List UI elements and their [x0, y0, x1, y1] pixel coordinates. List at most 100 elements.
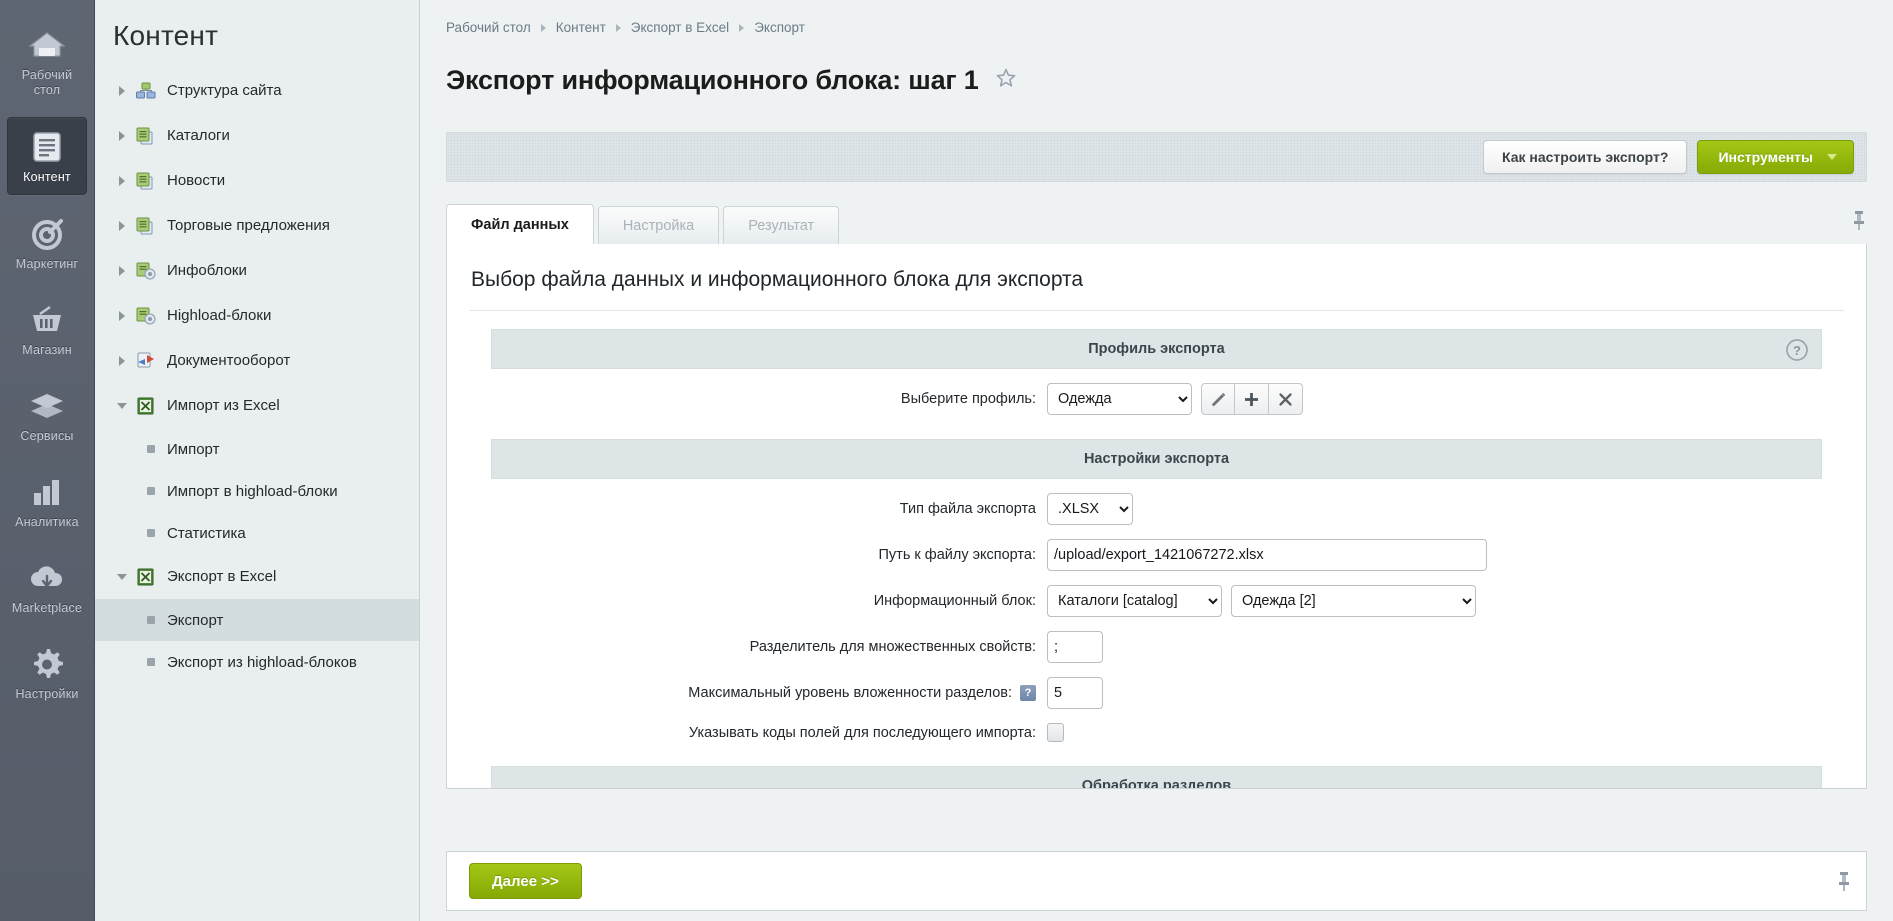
sidebar-label: Документооборот [167, 352, 290, 369]
sidebar-tree: Структура сайта Каталоги Новости [95, 68, 419, 683]
breadcrumb-item-desktop[interactable]: Рабочий стол [446, 20, 531, 35]
iblock-row: Информационный блок: Каталоги [catalog] … [491, 585, 1822, 617]
question-square-icon[interactable]: ? [1020, 685, 1036, 701]
sidebar-item-site-structure[interactable]: Структура сайта [95, 68, 419, 113]
chevron-right-icon[interactable] [113, 82, 131, 100]
sidebar-item-export-highload[interactable]: Экспорт из highload-блоков [95, 641, 419, 683]
bar-chart-icon [30, 472, 64, 512]
iblock-icon [136, 126, 158, 146]
multi-separator-row: Разделитель для множественных свойств: [491, 631, 1822, 663]
iblock-label: Информационный блок: [491, 593, 1047, 609]
iblock-type-select[interactable]: Каталоги [catalog] [1047, 585, 1222, 617]
next-button[interactable]: Далее >> [469, 863, 582, 899]
breadcrumb-item-export[interactable]: Экспорт [754, 20, 805, 35]
sidebar-item-infoblocks[interactable]: Инфоблоки [95, 248, 419, 293]
sidebar-label: Торговые предложения [167, 217, 330, 234]
sidebar-item-news[interactable]: Новости [95, 158, 419, 203]
pushpin-icon[interactable] [1836, 870, 1852, 897]
rail-label-content: Контент [23, 170, 71, 185]
delete-profile-button[interactable] [1269, 383, 1303, 415]
rail-item-marketplace[interactable]: Marketplace [7, 549, 87, 625]
profile-label: Выберите профиль: [491, 391, 1047, 407]
export-form: Профиль экспорта ? Выберите профиль: Оде… [447, 311, 1866, 789]
file-path-input[interactable] [1047, 539, 1487, 571]
sections-processing-header: Обработка разделов [491, 766, 1822, 789]
chevron-right-icon[interactable] [113, 352, 131, 370]
tab-result: Результат [723, 206, 839, 244]
content-sidebar: Контент Структура сайта Каталоги [95, 0, 420, 921]
sidebar-item-import[interactable]: Импорт [95, 428, 419, 470]
sidebar-item-export[interactable]: Экспорт [95, 599, 419, 641]
profile-actions [1201, 383, 1303, 415]
sidebar-item-highload-blocks[interactable]: Highload-блоки [95, 293, 419, 338]
edit-profile-button[interactable] [1201, 383, 1235, 415]
tools-button[interactable]: Инструменты [1697, 140, 1854, 174]
chevron-down-icon[interactable] [113, 397, 131, 415]
bullet-icon [147, 487, 155, 495]
chevron-right-icon[interactable] [113, 217, 131, 235]
form-footer: Далее >> [446, 851, 1867, 911]
bullet-icon [147, 529, 155, 537]
sections-processing-title: Обработка разделов [1082, 778, 1231, 789]
sidebar-label: Импорт из Excel [167, 397, 280, 414]
profile-select[interactable]: Одежда [1047, 383, 1192, 415]
field-codes-label: Указывать коды полей для последующего им… [491, 725, 1047, 741]
sidebar-item-export-excel[interactable]: Экспорт в Excel [95, 554, 419, 599]
multi-separator-label: Разделитель для множественных свойств: [491, 639, 1047, 655]
breadcrumb-item-export-excel[interactable]: Экспорт в Excel [631, 20, 729, 35]
sidebar-item-catalogs[interactable]: Каталоги [95, 113, 419, 158]
tab-data-file[interactable]: Файл данных [446, 204, 594, 244]
chevron-right-icon[interactable] [113, 307, 131, 325]
profile-section-title: Профиль экспорта [1088, 341, 1224, 357]
field-codes-checkbox[interactable] [1047, 723, 1064, 742]
svg-text:?: ? [1793, 343, 1801, 358]
add-profile-button[interactable] [1235, 383, 1269, 415]
rail-item-desktop[interactable]: Рабочий стол [7, 16, 87, 107]
sidebar-item-statistics[interactable]: Статистика [95, 512, 419, 554]
sidebar-label: Инфоблоки [167, 262, 247, 279]
iblock-select[interactable]: Одежда [2] [1231, 585, 1476, 617]
rail-item-content[interactable]: Контент [7, 117, 87, 195]
chevron-right-icon[interactable] [113, 172, 131, 190]
sidebar-item-workflow[interactable]: Документооборот [95, 338, 419, 383]
max-depth-label: Максимальный уровень вложенности раздело… [688, 685, 1012, 701]
multi-separator-input[interactable] [1047, 631, 1103, 663]
sidebar-label: Highload-блоки [167, 307, 271, 324]
file-type-row: Тип файла экспорта .XLSX [491, 493, 1822, 525]
rail-item-shop[interactable]: Магазин [7, 291, 87, 367]
chevron-down-icon[interactable] [113, 568, 131, 586]
pushpin-icon[interactable] [1851, 209, 1867, 236]
file-type-select[interactable]: .XLSX [1047, 493, 1133, 525]
admin-page: Рабочий стол Контент Маркетинг Магазин С [0, 0, 1893, 921]
rail-item-marketing[interactable]: Маркетинг [7, 205, 87, 281]
rail-label-analytics: Аналитика [15, 515, 79, 530]
gear-icon [30, 644, 64, 684]
main-content: Рабочий стол Контент Экспорт в Excel Экс… [420, 0, 1893, 921]
sidebar-item-import-highload[interactable]: Импорт в highload-блоки [95, 470, 419, 512]
iblock-gear-icon [136, 306, 158, 326]
tab-settings: Настройка [598, 206, 719, 244]
iblock-icon [136, 171, 158, 191]
sidebar-label: Каталоги [167, 127, 230, 144]
star-outline-icon[interactable] [995, 67, 1017, 94]
sitemap-icon [136, 81, 158, 101]
breadcrumb-item-content[interactable]: Контент [556, 20, 606, 35]
sidebar-title: Контент [95, 14, 419, 68]
sidebar-item-import-excel[interactable]: Импорт из Excel [95, 383, 419, 428]
rail-item-analytics[interactable]: Аналитика [7, 463, 87, 539]
panel-heading: Выбор файла данных и информационного бло… [447, 244, 1866, 310]
rail-item-settings[interactable]: Настройки [7, 635, 87, 711]
file-path-label: Путь к файлу экспорта: [491, 547, 1047, 563]
max-depth-input[interactable] [1047, 677, 1103, 709]
rail-label-marketing: Маркетинг [16, 257, 79, 272]
chevron-right-icon[interactable] [113, 262, 131, 280]
home-icon [28, 25, 66, 65]
rail-item-services[interactable]: Сервисы [7, 377, 87, 453]
breadcrumb-separator-icon [739, 24, 744, 32]
sidebar-label: Новости [167, 172, 225, 189]
question-circle-icon[interactable]: ? [1785, 338, 1809, 366]
sidebar-item-offers[interactable]: Торговые предложения [95, 203, 419, 248]
how-to-configure-export-button[interactable]: Как настроить экспорт? [1483, 140, 1687, 174]
chevron-right-icon[interactable] [113, 127, 131, 145]
layers-icon [29, 386, 65, 426]
